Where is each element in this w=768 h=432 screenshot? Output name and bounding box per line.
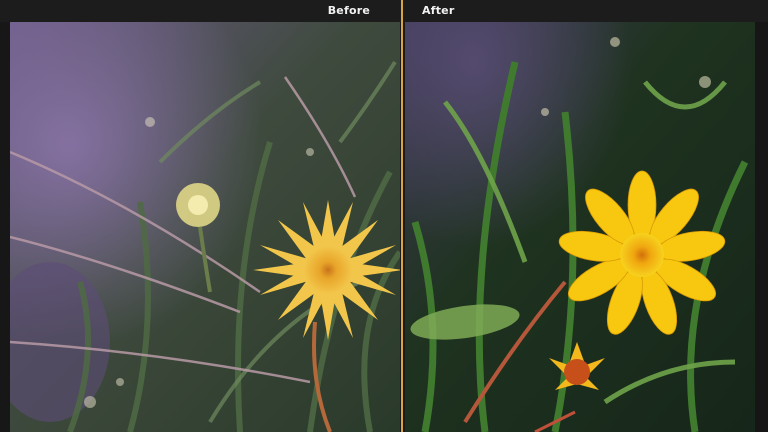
before-image [10, 22, 400, 432]
after-image [405, 22, 755, 432]
before-photo [10, 22, 400, 432]
before-after-viewer: Before After [0, 0, 768, 432]
left-margin [0, 22, 10, 432]
before-label: Before [327, 4, 370, 17]
after-photo [405, 22, 755, 432]
right-margin [755, 22, 768, 432]
split-divider-handle[interactable] [401, 0, 403, 432]
after-label: After [422, 4, 455, 17]
compare-header: Before After [0, 0, 768, 22]
